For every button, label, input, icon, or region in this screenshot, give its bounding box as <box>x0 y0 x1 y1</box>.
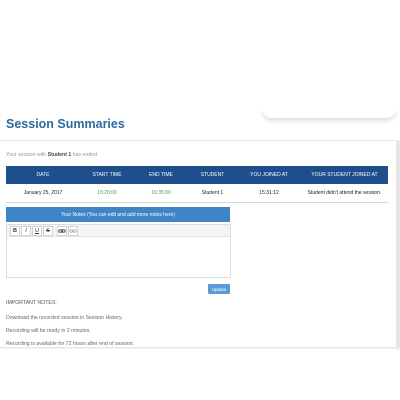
table-row: January 25, 2017 15:20:00 16:35:00 Stude… <box>6 184 388 203</box>
page-title: Session Summaries <box>6 117 125 131</box>
session-ended-notice: Your session with Student 1 has ended. <box>6 152 98 158</box>
note-line-2: Recording will be ready in 2 minutes. <box>6 328 91 334</box>
header-start-time: START TIME <box>80 166 134 184</box>
italic-button[interactable]: I <box>21 225 31 236</box>
cell-start-time: 15:20:00 <box>80 184 134 203</box>
header-end-time: END TIME <box>134 166 188 184</box>
session-summary-table: DATE START TIME END TIME STUDENT YOU JOI… <box>6 166 388 203</box>
bottom-divider <box>0 347 400 349</box>
notes-panel-header: Your Notes (You can edit and add more no… <box>6 207 230 222</box>
update-button[interactable]: Update <box>208 284 230 294</box>
notes-editor: B I U S <box>6 224 231 278</box>
notes-textarea[interactable] <box>7 237 230 277</box>
cell-you-joined: 15:31:12 <box>237 184 301 203</box>
header-student-joined: YOUR STUDENT JOINED AT <box>301 166 388 184</box>
title-divider <box>0 140 396 141</box>
bold-button[interactable]: B <box>10 225 20 236</box>
note-line-1: Download the recorded session in Session… <box>6 315 123 321</box>
notice-prefix: Your session with <box>6 152 47 158</box>
cell-student: Student 1 <box>188 184 237 203</box>
link-icon[interactable] <box>57 225 67 236</box>
unlink-icon[interactable] <box>68 225 78 236</box>
underline-button[interactable]: U <box>32 225 42 236</box>
header-you-joined: YOU JOINED AT <box>237 166 301 184</box>
top-card-shadow <box>262 108 396 118</box>
header-student: STUDENT <box>188 166 237 184</box>
strikethrough-button[interactable]: S <box>43 225 53 236</box>
cell-end-time: 16:35:00 <box>134 184 188 203</box>
cell-date: January 25, 2017 <box>6 184 80 203</box>
notice-student: Student 1 <box>47 152 72 158</box>
editor-toolbar: B I U S <box>7 225 230 237</box>
scrollbar[interactable] <box>396 140 400 350</box>
important-notes-title: IMPORTANT NOTES: <box>6 300 57 306</box>
header-date: DATE <box>6 166 80 184</box>
notice-suffix: has ended. <box>72 152 99 158</box>
cell-student-joined: Student didn't attend the session. <box>301 184 388 203</box>
table-header-row: DATE START TIME END TIME STUDENT YOU JOI… <box>6 166 388 184</box>
